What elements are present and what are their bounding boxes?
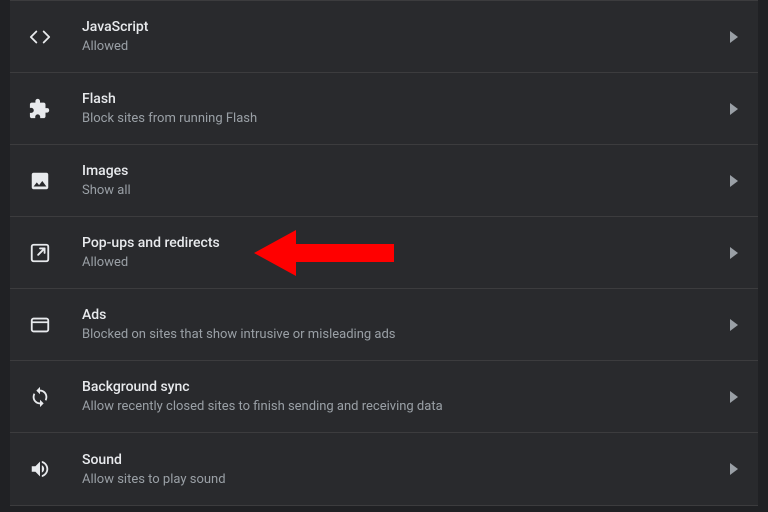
setting-row-images[interactable]: Images Show all <box>10 145 758 217</box>
chevron-right-icon <box>730 319 738 331</box>
window-icon <box>26 311 54 339</box>
setting-subtitle: Show all <box>82 183 730 198</box>
setting-title: JavaScript <box>82 19 730 35</box>
sound-icon <box>26 455 54 483</box>
settings-page: JavaScript Allowed Flash Block sites fro… <box>0 0 768 512</box>
setting-row-popups[interactable]: Pop-ups and redirects Allowed <box>10 217 758 289</box>
setting-texts: Ads Blocked on sites that show intrusive… <box>82 307 730 342</box>
chevron-right-icon <box>730 391 738 403</box>
image-icon <box>26 167 54 195</box>
setting-title: Pop-ups and redirects <box>82 235 730 251</box>
setting-title: Background sync <box>82 379 730 395</box>
chevron-right-icon <box>730 31 738 43</box>
sync-icon <box>26 383 54 411</box>
setting-subtitle: Blocked on sites that show intrusive or … <box>82 327 730 342</box>
setting-texts: Pop-ups and redirects Allowed <box>82 235 730 270</box>
setting-title: Sound <box>82 452 730 468</box>
setting-row-sound[interactable]: Sound Allow sites to play sound <box>10 433 758 505</box>
setting-texts: Flash Block sites from running Flash <box>82 91 730 126</box>
setting-texts: Images Show all <box>82 163 730 198</box>
setting-texts: JavaScript Allowed <box>82 19 730 54</box>
setting-title: Images <box>82 163 730 179</box>
setting-texts: Sound Allow sites to play sound <box>82 452 730 487</box>
popup-icon <box>26 239 54 267</box>
content-settings-list: JavaScript Allowed Flash Block sites fro… <box>10 0 758 506</box>
chevron-right-icon <box>730 175 738 187</box>
setting-title: Flash <box>82 91 730 107</box>
setting-subtitle: Allow sites to play sound <box>82 472 730 487</box>
setting-row-background-sync[interactable]: Background sync Allow recently closed si… <box>10 361 758 433</box>
chevron-right-icon <box>730 463 738 475</box>
code-icon <box>26 23 54 51</box>
puzzle-icon <box>26 95 54 123</box>
setting-row-ads[interactable]: Ads Blocked on sites that show intrusive… <box>10 289 758 361</box>
chevron-right-icon <box>730 247 738 259</box>
setting-row-flash[interactable]: Flash Block sites from running Flash <box>10 73 758 145</box>
setting-texts: Background sync Allow recently closed si… <box>82 379 730 414</box>
setting-row-javascript[interactable]: JavaScript Allowed <box>10 1 758 73</box>
setting-subtitle: Allowed <box>82 255 730 270</box>
chevron-right-icon <box>730 103 738 115</box>
setting-title: Ads <box>82 307 730 323</box>
setting-subtitle: Allow recently closed sites to finish se… <box>82 399 730 414</box>
setting-subtitle: Block sites from running Flash <box>82 111 730 126</box>
setting-subtitle: Allowed <box>82 39 730 54</box>
